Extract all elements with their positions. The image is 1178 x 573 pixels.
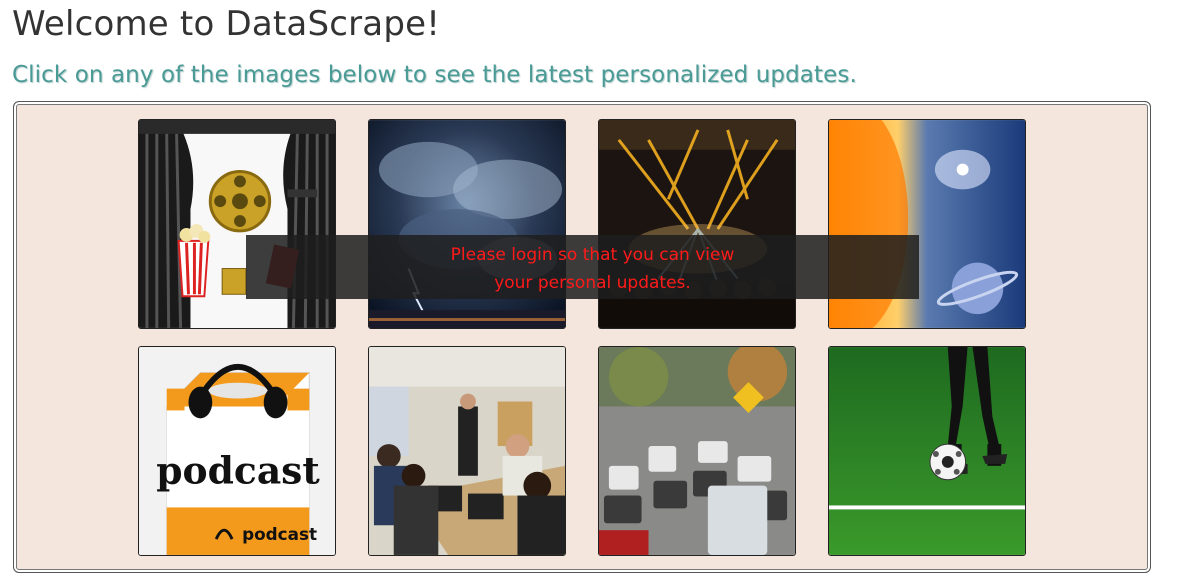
podcast-headphones-icon: podcast podcast: [139, 347, 335, 555]
soccer-ball-icon: [829, 347, 1025, 555]
login-notice-line2: your personal updates.: [494, 273, 691, 293]
page-title: Welcome to DataScrape!: [12, 4, 441, 44]
meeting-room-icon: [369, 347, 565, 555]
login-notice-text: Please login so that you can view your p…: [246, 241, 919, 297]
login-notice-line1: Please login so that you can view: [450, 245, 735, 265]
page-subtitle: Click on any of the images below to see …: [12, 62, 857, 88]
podcast-small-label: podcast: [242, 524, 317, 544]
login-notice-overlay: Please login so that you can view your p…: [246, 235, 919, 299]
tile-meetups[interactable]: [368, 346, 566, 556]
tile-sports[interactable]: [828, 346, 1026, 556]
highway-traffic-icon: [599, 347, 795, 555]
tile-traffic[interactable]: [598, 346, 796, 556]
tile-podcast[interactable]: podcast podcast: [138, 346, 336, 556]
podcast-big-label: podcast: [156, 449, 320, 493]
